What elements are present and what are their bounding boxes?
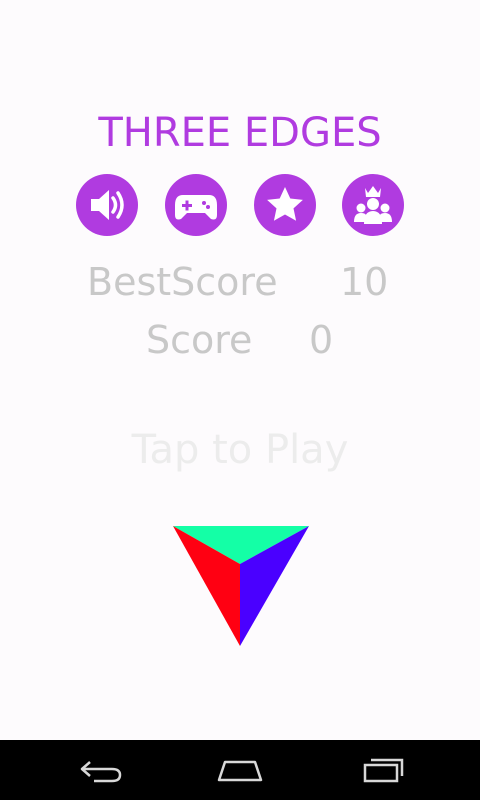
score-row: Score 0 [0, 315, 480, 365]
home-icon [217, 760, 263, 782]
recents-icon [363, 758, 404, 783]
best-score-row: BestScore 10 [0, 257, 480, 307]
game-title: THREE EDGES [98, 110, 382, 156]
best-score-value: 10 [340, 260, 389, 304]
rate-button[interactable] [254, 174, 316, 236]
score-label: Score [146, 318, 253, 362]
back-button[interactable] [70, 750, 130, 790]
star-icon [267, 187, 303, 221]
pyramid-player[interactable] [171, 524, 311, 648]
gamepad-icon [175, 195, 217, 220]
more-games-button[interactable] [165, 174, 227, 236]
leaderboard-icon [354, 186, 392, 224]
tap-to-play[interactable]: Tap to Play [0, 425, 480, 475]
sound-button[interactable] [76, 174, 138, 236]
score-value: 0 [309, 318, 334, 362]
back-icon [80, 761, 122, 783]
best-score-label: BestScore [87, 260, 278, 304]
recents-button[interactable] [352, 750, 412, 790]
leaderboard-button[interactable] [342, 174, 404, 236]
speaker-icon [91, 190, 124, 220]
home-button[interactable] [210, 750, 270, 790]
navigation-bar [0, 740, 480, 800]
